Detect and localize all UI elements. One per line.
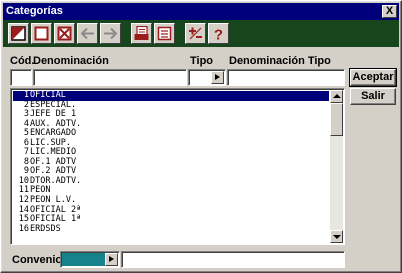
denominacion-tipo-header: Denominación Tipo (229, 55, 331, 67)
arrow-right-icon (104, 27, 118, 40)
delete-record-icon (57, 26, 72, 41)
plus-minus-button[interactable] (185, 23, 206, 44)
list-item-text: OF.2 ADTV (30, 166, 77, 177)
list-item-text: ESPECIAL. (30, 99, 77, 110)
plus-minus-icon (189, 27, 202, 40)
close-button[interactable]: X (382, 5, 397, 18)
convenio-value (62, 253, 106, 266)
svg-text:?: ? (214, 27, 223, 42)
previous-button[interactable] (77, 23, 98, 44)
edit-record-button[interactable] (31, 23, 52, 44)
edit-record-icon (34, 26, 49, 41)
vertical-scrollbar[interactable] (330, 90, 343, 243)
list-item-text: OF.1 ADTV (30, 156, 77, 167)
title-bar: Categorías X (3, 3, 399, 20)
tipo-dropdown-arrow[interactable] (211, 71, 224, 84)
new-record-button[interactable] (8, 23, 29, 44)
scroll-down-button[interactable] (330, 230, 343, 243)
convenio-label: Convenio (12, 254, 63, 266)
tipo-header: Tipo (190, 55, 214, 67)
list-item-text: PEON L.V. (30, 195, 77, 206)
list-item-text: LIC.MEDIO (30, 147, 77, 158)
scroll-up-button[interactable] (330, 90, 343, 103)
delete-record-button[interactable] (54, 23, 75, 44)
list-item[interactable]: 10DTOR.ADTV. (13, 175, 329, 187)
list-item-text: DTOR.ADTV. (30, 175, 82, 186)
salir-button[interactable]: Salir (350, 88, 396, 105)
list-item-text: AUX. ADTV. (30, 118, 82, 129)
scroll-thumb[interactable] (330, 103, 343, 136)
window-title: Categorías (6, 5, 63, 17)
cod-input[interactable] (10, 69, 32, 86)
denominacion-tipo-input[interactable] (227, 69, 345, 86)
print-icon (134, 26, 149, 40)
help-icon: ? (214, 27, 223, 42)
list-rows: 1OFICIAL 2ESPECIAL. 3JEFE DE 1 4AUX. ADTV. 5… (13, 90, 329, 235)
list-item-number: 16 (18, 223, 29, 234)
list-icon (157, 26, 172, 41)
categorias-window: Categorías X ? Cód. Denominación Tipo De… (0, 0, 402, 273)
print-button[interactable] (131, 23, 152, 44)
list-item-text: OFICIAL 2ª (30, 204, 82, 215)
denominacion-input[interactable] (33, 69, 187, 86)
new-record-icon (11, 26, 26, 41)
arrow-left-icon (80, 27, 94, 40)
categories-list[interactable]: 1OFICIAL 2ESPECIAL. 3JEFE DE 1 4AUX. ADTV. 5… (10, 88, 345, 245)
list-item-text: JEFE DE 1 (30, 109, 77, 120)
toolbar: ? (3, 20, 399, 47)
list-item[interactable]: 16ERDSDS (13, 223, 329, 235)
denominacion-header: Denominación (33, 55, 109, 67)
convenio-description (121, 251, 345, 268)
list-item-text: PEON (30, 185, 51, 196)
next-button[interactable] (100, 23, 121, 44)
aceptar-button[interactable]: Aceptar (349, 68, 397, 87)
tipo-input[interactable] (188, 69, 226, 86)
help-button[interactable]: ? (208, 23, 229, 44)
convenio-input[interactable] (60, 251, 120, 268)
list-item-text: ENCARGADO (30, 128, 77, 139)
convenio-dropdown-arrow[interactable] (105, 253, 118, 266)
list-item-text: LIC.SUP. (30, 137, 71, 148)
list-button[interactable] (154, 23, 175, 44)
list-item-text: OFICIAL (30, 90, 66, 100)
list-item-text: OFICIAL 1ª (30, 214, 82, 225)
cod-header: Cód. (10, 55, 35, 67)
list-item-text: ERDSDS (30, 223, 61, 234)
